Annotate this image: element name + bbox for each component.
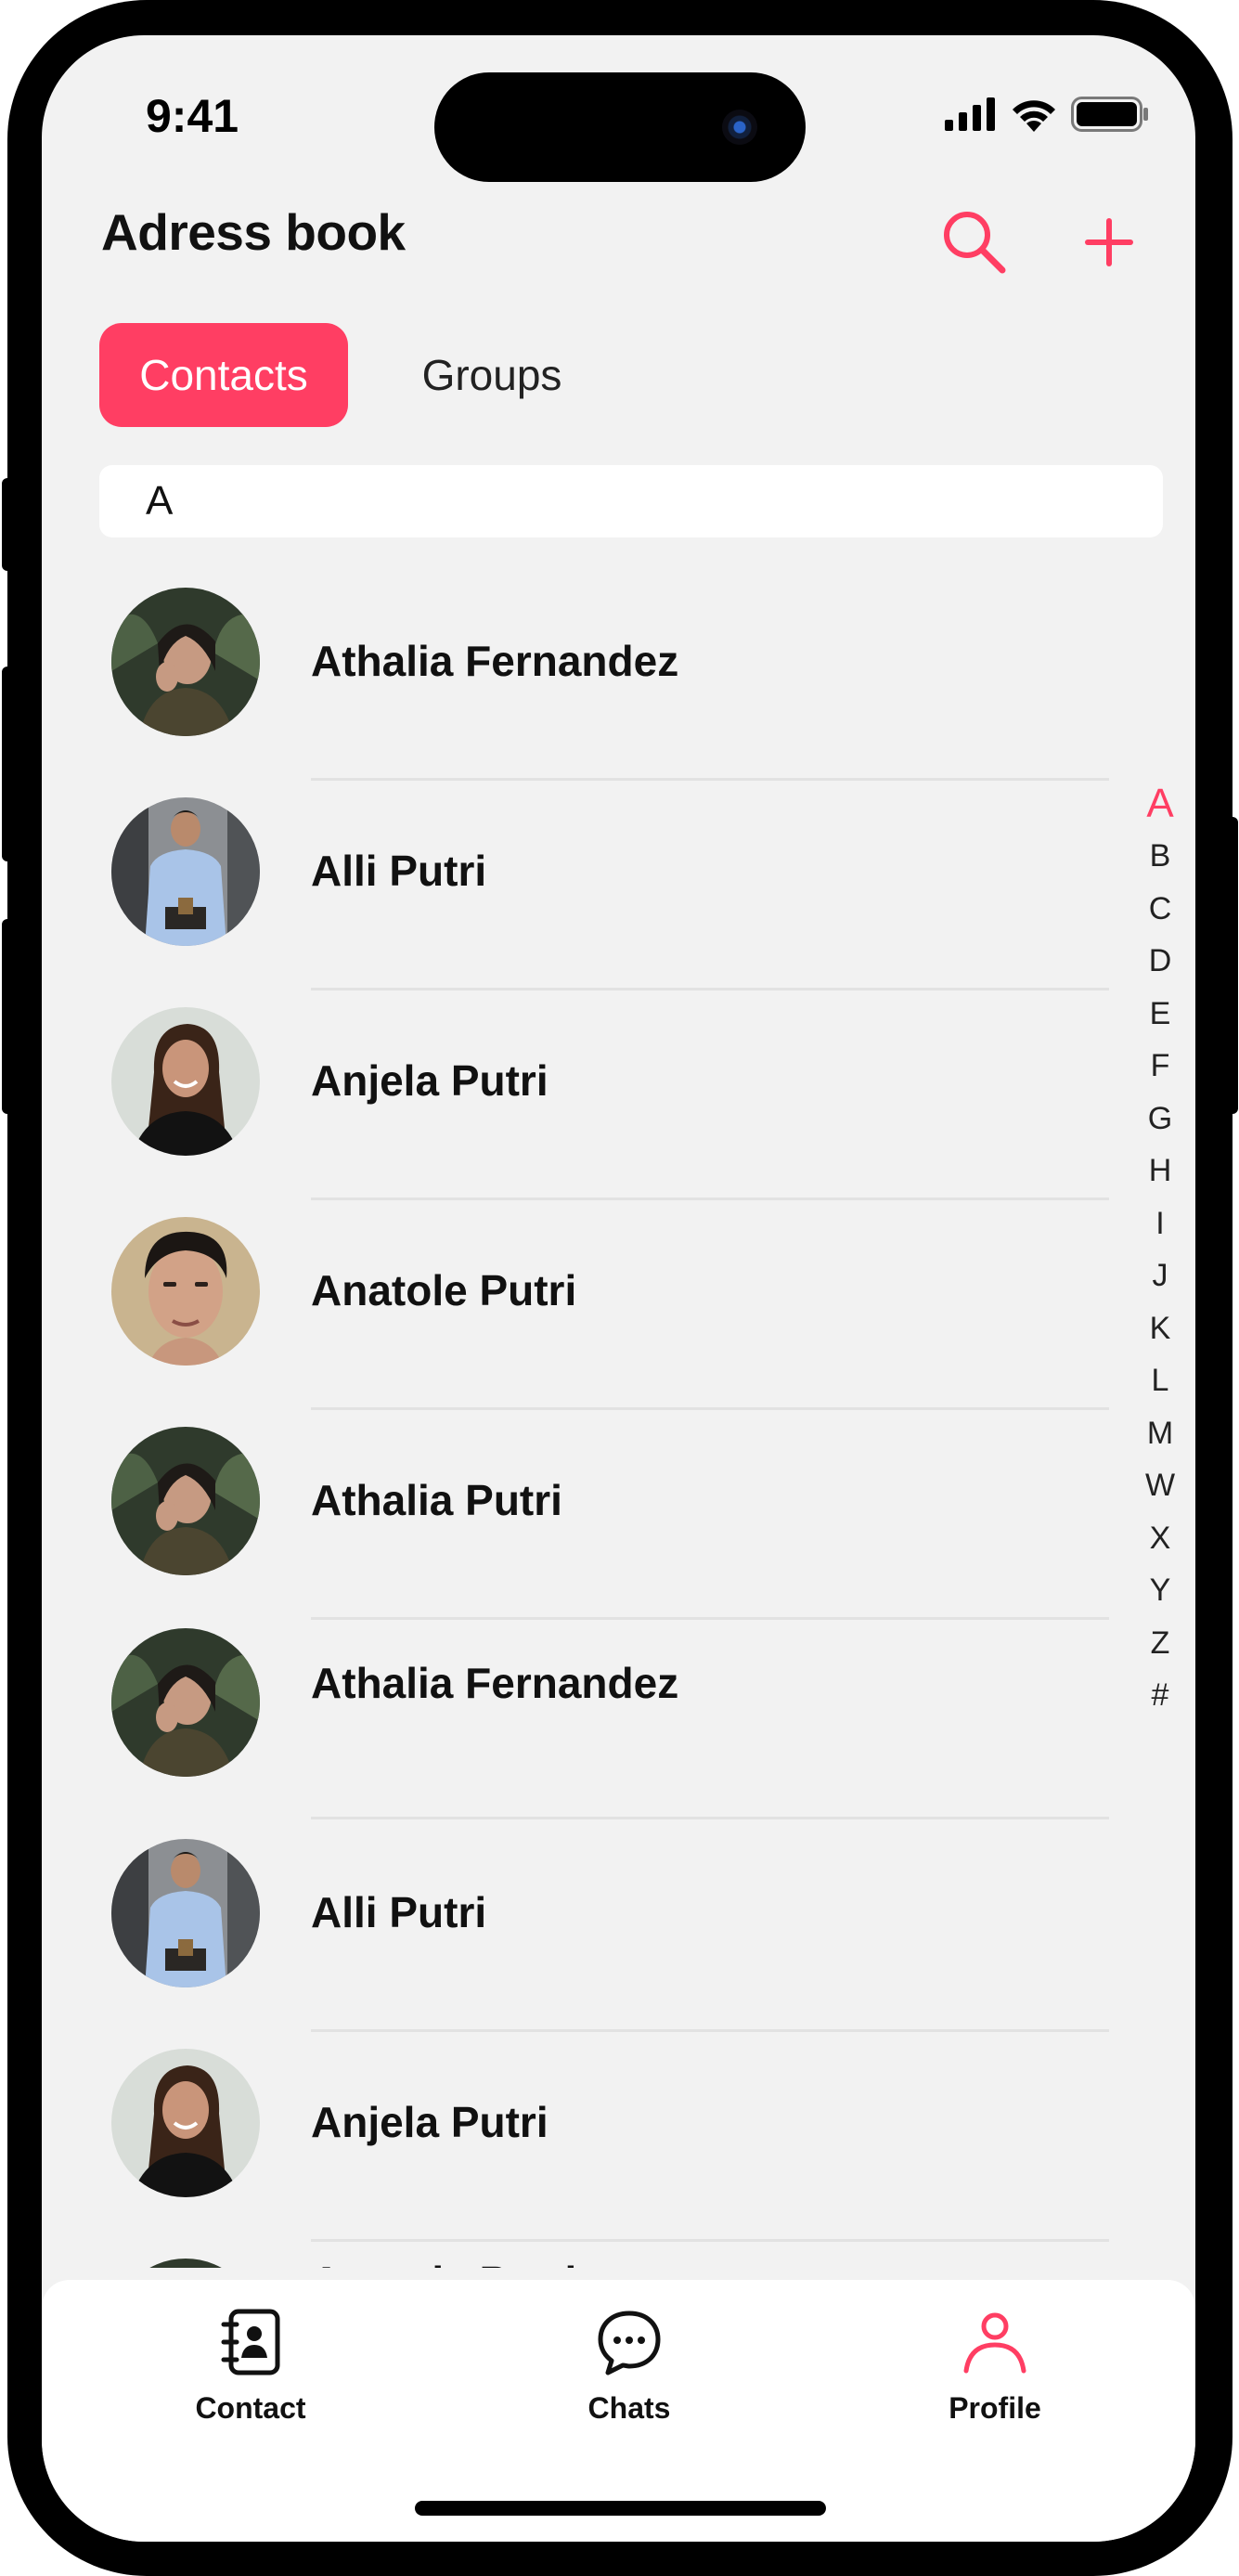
row-divider [311,1197,1109,1200]
contact-name: Anjela Putri [311,2098,549,2146]
index-letter-f[interactable]: F [1137,1041,1183,1094]
index-letter-c[interactable]: C [1137,883,1183,936]
row-divider [311,1407,1109,1410]
section-header: A [99,465,1163,537]
woman-smiling-avatar [111,1007,260,1156]
contact-row[interactable]: Anatole Putri [42,1217,1109,1427]
index-letter-e[interactable]: E [1137,988,1183,1041]
contact-row[interactable]: Athalia Fernandez [42,1628,1109,1838]
man-portrait-avatar [111,1217,260,1366]
index-letter-j[interactable]: J [1137,1250,1183,1303]
phone-screen: 9:41 Adress book Contacts Groups A Athal… [42,35,1195,2542]
contact-row[interactable]: Athalia Fernandez [42,588,1109,797]
contact-row[interactable]: Anjela Putri [42,1007,1109,1217]
side-button-action [2,478,15,571]
home-indicator[interactable] [415,2501,826,2516]
row-divider [311,988,1109,990]
index-letter-l[interactable]: L [1137,1355,1183,1408]
man-shirt-avatar [111,1839,260,1987]
person-icon [963,2312,1026,2374]
index-letter-i[interactable]: I [1137,1197,1183,1250]
nav-item-chats[interactable]: Chats [527,2308,731,2447]
row-divider [311,2239,1109,2242]
man-shirt-avatar [111,797,260,946]
contact-name: Alli Putri [311,847,487,895]
row-divider [311,1617,1109,1620]
contact-name: Anatole Putri [311,1266,577,1314]
contact-name: Anjela Putri [311,1056,549,1105]
woman-plants-avatar [111,1427,260,1575]
contact-name: Athalia Fernandez [311,637,679,685]
contact-name: Alli Putri [311,1888,487,1936]
woman-plants-avatar [111,2259,260,2268]
woman-plants-avatar [111,1628,260,1777]
contact-list: A Athalia Fernandez Alli Putri Anjela Pu… [42,35,1195,2268]
address-book-icon [221,2309,280,2375]
side-button-volume-up [2,667,15,861]
contact-name: Athalia Fernandez [311,1659,679,1707]
index-letter-a[interactable]: A [1137,778,1183,831]
index-letter-y[interactable]: Y [1137,1565,1183,1618]
row-divider [311,1817,1109,1819]
index-letter-w[interactable]: W [1137,1460,1183,1513]
side-button-power [1225,817,1238,1114]
row-divider [311,2029,1109,2032]
contact-row[interactable]: Athalia Putri [42,1427,1109,1637]
nav-label: Profile [949,2391,1041,2425]
alphabet-index: A B C D E F G H I J K L M W X Y Z # [1137,778,1183,1722]
contact-name: Anatole Putri [311,2257,576,2268]
index-letter-d[interactable]: D [1137,936,1183,989]
index-letter-h[interactable]: H [1137,1146,1183,1198]
side-button-volume-down [2,919,15,1114]
index-letter-b[interactable]: B [1137,831,1183,884]
index-letter-m[interactable]: M [1137,1407,1183,1460]
contact-row[interactable]: Anjela Putri [42,2049,1109,2259]
contact-row[interactable]: Alli Putri [42,797,1109,1007]
index-letter-hash[interactable]: # [1137,1670,1183,1723]
contact-row[interactable]: Anatole Putri [42,2257,1109,2268]
contact-name: Athalia Putri [311,1476,562,1524]
chat-bubble-icon [598,2311,661,2375]
index-letter-z[interactable]: Z [1137,1617,1183,1670]
nav-item-contact[interactable]: Contact [148,2308,353,2447]
row-divider [311,778,1109,781]
nav-label: Contact [195,2391,306,2425]
nav-label: Chats [587,2391,671,2425]
index-letter-x[interactable]: X [1137,1512,1183,1565]
index-letter-k[interactable]: K [1137,1302,1183,1355]
woman-smiling-avatar [111,2049,260,2197]
index-letter-g[interactable]: G [1137,1093,1183,1146]
woman-plants-avatar [111,588,260,736]
nav-item-profile[interactable]: Profile [893,2308,1097,2447]
contact-row[interactable]: Alli Putri [42,1839,1109,2049]
